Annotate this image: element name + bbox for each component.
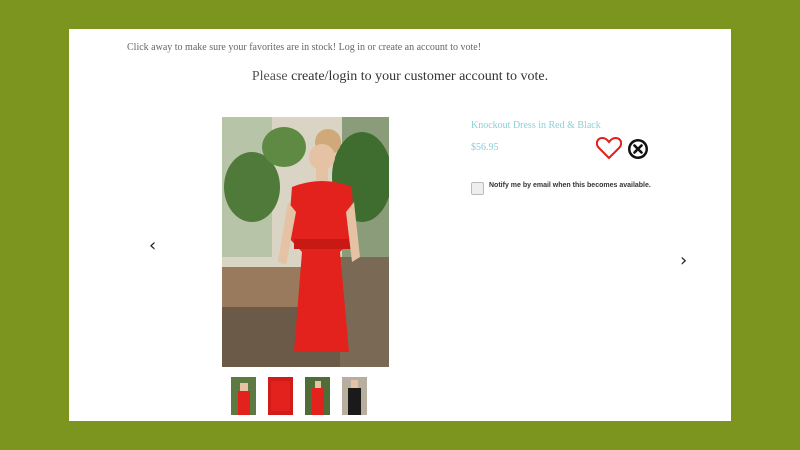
close-circle-icon[interactable] (627, 138, 649, 160)
thumbnail-2[interactable] (268, 377, 293, 415)
thumbnail-4[interactable] (342, 377, 367, 415)
chevron-left-icon[interactable]: ‹ (149, 237, 156, 255)
intro-text: Click away to make sure your favorites a… (127, 42, 482, 53)
thumbnail-1[interactable] (231, 377, 256, 415)
login-message: Please create/login to your customer acc… (69, 69, 731, 85)
heart-icon[interactable] (595, 136, 623, 160)
product-price: $56.95 (471, 142, 499, 153)
login-link[interactable]: create/login to your customer account to… (291, 69, 548, 84)
vote-panel: Click away to make sure your favorites a… (69, 29, 731, 421)
notify-label: Notify me by email when this becomes ava… (489, 182, 651, 189)
thumbnail-3[interactable] (305, 377, 330, 415)
product-title-link[interactable]: Knockout Dress in Red & Black (471, 120, 601, 131)
login-message-prefix: Please (251, 69, 292, 84)
product-image (222, 117, 389, 367)
notify-checkbox[interactable] (471, 182, 484, 195)
chevron-right-icon[interactable]: › (680, 252, 687, 270)
